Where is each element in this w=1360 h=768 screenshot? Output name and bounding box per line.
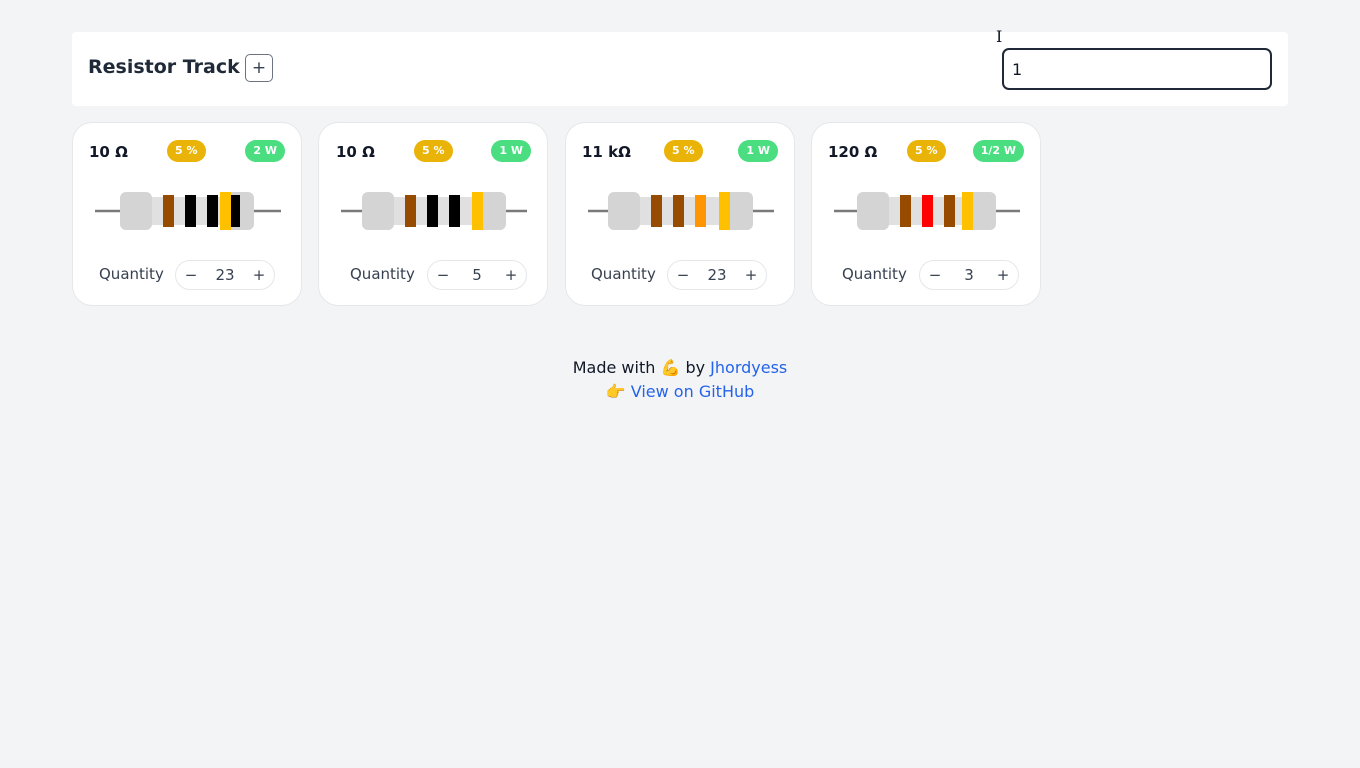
color-band: [719, 192, 730, 230]
app-title: Resistor Track: [88, 56, 240, 78]
color-band: [220, 192, 231, 230]
resistor-cap-left: [857, 192, 889, 230]
quantity-stepper: − 5 +: [427, 260, 527, 290]
resistor-icon: [341, 192, 527, 230]
color-band: [651, 195, 662, 227]
quantity-value: 3: [964, 266, 974, 284]
quantity-label: Quantity: [591, 265, 656, 283]
resistor-card: 10 Ω 5 % 2 W Quantity − 23 +: [72, 122, 302, 306]
power-badge: 1 W: [738, 140, 778, 162]
color-band: [449, 195, 460, 227]
quantity-stepper: − 23 +: [667, 260, 767, 290]
github-link[interactable]: View on GitHub: [631, 382, 755, 401]
made-with-text: Made with 💪 by: [572, 358, 706, 377]
footer-github: 👉 View on GitHub: [0, 380, 1360, 404]
resistance-value: 120 Ω: [828, 143, 878, 161]
resistor-icon: [95, 192, 281, 230]
power-badge: 2 W: [245, 140, 285, 162]
quantity-label: Quantity: [99, 265, 164, 283]
color-band: [695, 195, 706, 227]
color-band: [207, 195, 218, 227]
app-header: Resistor Track +: [72, 32, 1288, 106]
power-badge: 1/2 W: [972, 140, 1024, 162]
color-band: [900, 195, 911, 227]
footer-credit: Made with 💪 by Jhordyess: [0, 356, 1360, 380]
footer: Made with 💪 by Jhordyess 👉 View on GitHu…: [0, 356, 1360, 404]
color-band: [405, 195, 416, 227]
resistance-value: 11 kΩ: [582, 143, 631, 161]
resistance-value: 10 Ω: [336, 143, 375, 161]
tolerance-badge: 5 %: [167, 140, 206, 162]
color-band: [922, 195, 933, 227]
search-input[interactable]: [1002, 48, 1272, 90]
resistor-card: 10 Ω 5 % 1 W Quantity − 5 +: [318, 122, 548, 306]
tolerance-badge: 5 %: [414, 140, 453, 162]
color-band: [472, 192, 483, 230]
quantity-label: Quantity: [350, 265, 415, 283]
resistor-cap-left: [120, 192, 152, 230]
quantity-label: Quantity: [842, 265, 907, 283]
decrement-button[interactable]: −: [432, 264, 454, 286]
increment-button[interactable]: +: [740, 264, 762, 286]
power-badge: 1 W: [491, 140, 531, 162]
color-band: [944, 195, 955, 227]
color-band: [962, 192, 973, 230]
color-band: [673, 195, 684, 227]
color-band: [163, 195, 174, 227]
quantity-stepper: − 23 +: [175, 260, 275, 290]
decrement-button[interactable]: −: [180, 264, 202, 286]
resistor-icon: [834, 192, 1020, 230]
quantity-stepper: − 3 +: [919, 260, 1019, 290]
color-band: [427, 195, 438, 227]
tolerance-badge: 5 %: [664, 140, 703, 162]
resistor-icon: [588, 192, 774, 230]
tolerance-badge: 5 %: [907, 140, 946, 162]
color-band: [185, 195, 196, 227]
resistor-cap-left: [608, 192, 640, 230]
quantity-value: 5: [472, 266, 482, 284]
increment-button[interactable]: +: [248, 264, 270, 286]
increment-button[interactable]: +: [992, 264, 1014, 286]
resistor-card: 11 kΩ 5 % 1 W Quantity − 23 +: [565, 122, 795, 306]
pointing-hand-icon: 👉: [605, 382, 626, 401]
add-resistor-button[interactable]: +: [245, 54, 273, 82]
decrement-button[interactable]: −: [672, 264, 694, 286]
quantity-value: 23: [707, 266, 727, 284]
text-cursor-icon: I: [996, 27, 1003, 46]
resistance-value: 10 Ω: [89, 143, 128, 161]
author-link[interactable]: Jhordyess: [710, 358, 787, 377]
decrement-button[interactable]: −: [924, 264, 946, 286]
increment-button[interactable]: +: [500, 264, 522, 286]
resistor-cap-left: [362, 192, 394, 230]
resistor-card: 120 Ω 5 % 1/2 W Quantity − 3 +: [811, 122, 1041, 306]
quantity-value: 23: [215, 266, 235, 284]
